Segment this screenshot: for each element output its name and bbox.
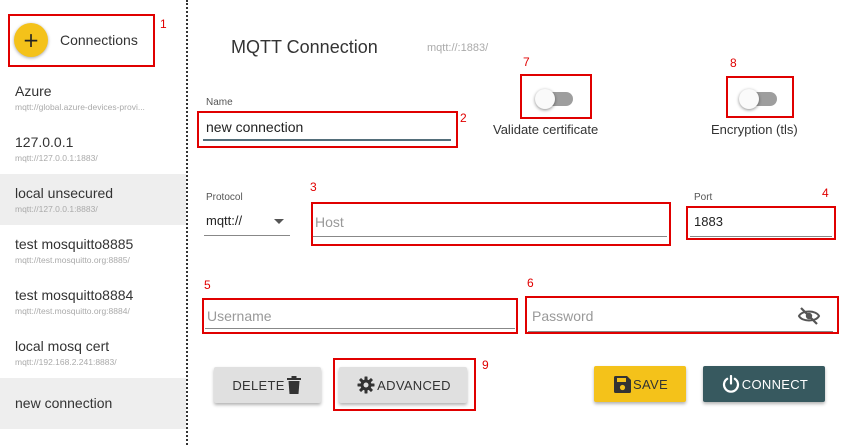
connection-item-test-mosquitto8885[interactable]: test mosquitto8885 mqtt://test.mosquitto… xyxy=(0,225,186,276)
name-label: Name xyxy=(206,97,233,108)
encryption-label: Encryption (tls) xyxy=(711,122,798,137)
chevron-down-icon[interactable] xyxy=(274,219,284,224)
protocol-select[interactable]: mqtt:// xyxy=(206,213,242,228)
protocol-label: Protocol xyxy=(206,192,243,203)
annotation-box-4 xyxy=(686,206,836,240)
connection-url: mqtt://test.mosquitto.org:8885/ xyxy=(15,255,130,265)
page-title: MQTT Connection xyxy=(231,37,378,57)
connection-url: mqtt://test.mosquitto.org:8884/ xyxy=(15,306,130,316)
annotation-number-9: 9 xyxy=(482,358,489,372)
annotation-number-2: 2 xyxy=(460,111,467,125)
connection-url-preview: mqtt://:1883/ xyxy=(427,42,489,54)
connect-button[interactable]: CONNECT xyxy=(703,366,825,402)
port-label: Port xyxy=(694,192,713,203)
sidebar-divider xyxy=(186,0,188,445)
connection-name: 127.0.0.1 xyxy=(15,134,74,150)
annotation-box-5 xyxy=(202,298,518,334)
protocol-underline xyxy=(204,235,290,236)
annotation-box-7 xyxy=(520,74,592,119)
annotation-number-8: 8 xyxy=(730,56,737,70)
annotation-box-2 xyxy=(197,111,458,148)
annotation-number-1: 1 xyxy=(160,17,167,31)
annotation-number-4: 4 xyxy=(822,186,829,200)
trash-icon xyxy=(286,376,301,394)
delete-button-label: DELETE xyxy=(232,377,285,393)
connection-item-localhost[interactable]: 127.0.0.1 mqtt://127.0.0.1:1883/ xyxy=(0,123,186,174)
connection-item-new-connection[interactable]: new connection xyxy=(0,378,186,429)
connection-url: mqtt://192.168.2.241:8883/ xyxy=(15,357,117,367)
connection-name: local unsecured xyxy=(15,185,114,201)
connection-name: test mosquitto8885 xyxy=(15,236,134,252)
save-button-label: SAVE xyxy=(633,376,668,392)
annotation-box-8 xyxy=(726,76,794,118)
validate-certificate-label: Validate certificate xyxy=(493,122,599,137)
annotation-number-7: 7 xyxy=(523,55,530,69)
annotation-number-5: 5 xyxy=(204,278,211,292)
annotation-box-1 xyxy=(8,14,155,67)
connect-button-label: CONNECT xyxy=(741,376,809,392)
annotation-number-6: 6 xyxy=(527,276,534,290)
connection-item-test-mosquitto8884[interactable]: test mosquitto8884 mqtt://test.mosquitto… xyxy=(0,276,186,327)
annotation-box-3 xyxy=(311,202,671,246)
connection-url: mqtt://127.0.0.1:1883/ xyxy=(15,153,98,163)
connection-name: new connection xyxy=(15,395,113,411)
connection-name: local mosq cert xyxy=(15,338,110,354)
connection-list: Azure mqtt://global.azure-devices-provi.… xyxy=(0,72,186,429)
connection-name: Azure xyxy=(15,83,52,99)
connection-item-local-unsecured[interactable]: local unsecured mqtt://127.0.0.1:8883/ xyxy=(0,174,186,225)
connection-url: mqtt://127.0.0.1:8883/ xyxy=(15,204,98,214)
annotation-number-3: 3 xyxy=(310,180,317,194)
power-icon xyxy=(722,375,739,393)
floppy-disk-icon xyxy=(614,375,632,393)
annotation-box-9 xyxy=(333,358,476,411)
connection-url: mqtt://global.azure-devices-provi... xyxy=(15,102,145,112)
connection-item-azure[interactable]: Azure mqtt://global.azure-devices-provi.… xyxy=(0,72,186,123)
connection-name: test mosquitto8884 xyxy=(15,287,134,303)
connection-item-local-mosq-cert[interactable]: local mosq cert mqtt://192.168.2.241:888… xyxy=(0,327,186,378)
delete-button[interactable]: DELETE xyxy=(214,367,321,403)
save-button[interactable]: SAVE xyxy=(594,366,686,402)
annotation-box-6 xyxy=(525,296,839,334)
